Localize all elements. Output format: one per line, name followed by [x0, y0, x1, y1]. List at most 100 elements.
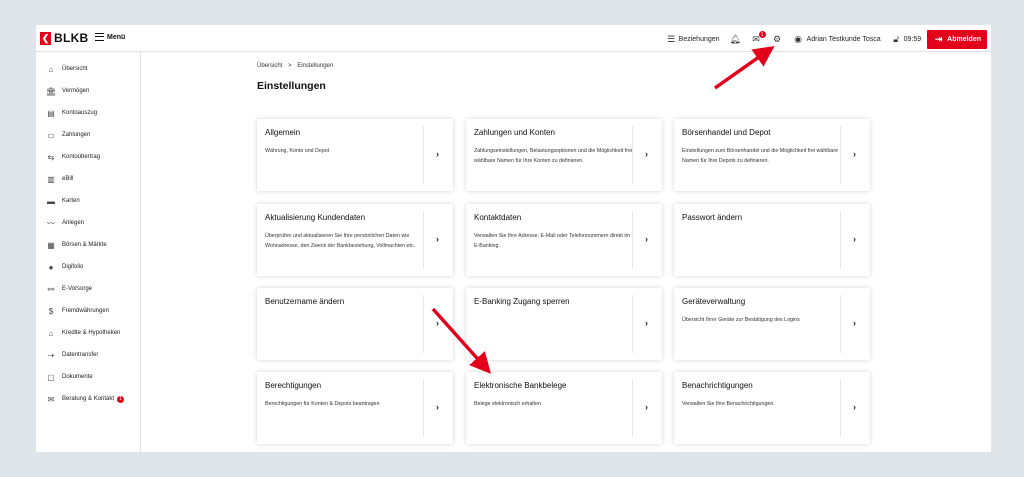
breadcrumb-separator: >	[288, 63, 292, 69]
card-title: Allgemein	[265, 128, 301, 137]
data-transfer-icon: ⇢	[47, 350, 55, 360]
sidebar-item-piggy[interactable]: ● Digifolio	[36, 256, 140, 278]
sidebar-item-label: Kontoübertrag	[62, 154, 101, 160]
card-description: Berechtigungen für Konten & Depots beant…	[265, 401, 380, 407]
card-description: Belege elektronisch erhalten	[474, 401, 541, 407]
sidebar-item-dollar[interactable]: $ Fremdwährungen	[36, 300, 140, 322]
chevron-right-icon: ›	[645, 402, 648, 412]
user-circle-icon: ◉	[794, 34, 802, 44]
hamburger-icon	[95, 33, 104, 41]
messages-button[interactable]: ✉ 1	[751, 31, 766, 45]
settings-card[interactable]: Berechtigungen Berechtigungen für Konten …	[257, 372, 453, 444]
card-title: Passwort ändern	[682, 213, 743, 222]
sidebar-item-pension[interactable]: ⚯ E-Vorsorge	[36, 278, 140, 300]
card-title: Benachrichtigungen	[682, 381, 753, 390]
sidebar-item-chart-bars[interactable]: ▦ Börsen & Märkte	[36, 234, 140, 256]
sidebar-item-ebill[interactable]: ▥ eBill	[36, 168, 140, 190]
session-timer: 🔓︎ 09:59	[891, 34, 921, 45]
breadcrumb-parent-link[interactable]: Übersicht	[257, 63, 282, 69]
chart-line-icon: 〰	[47, 218, 55, 228]
sidebar-item-bank[interactable]: 🏛︎ Vermögen	[36, 80, 140, 102]
card-divider	[840, 295, 841, 353]
gear-icon: ⚙	[773, 34, 782, 44]
messages-badge: 1	[758, 31, 766, 38]
settings-card[interactable]: Benutzername ändern ›	[257, 288, 453, 360]
sidebar-item-file[interactable]: ▢ Dokumente	[36, 366, 140, 388]
settings-button[interactable]: ⚙	[772, 34, 783, 45]
brand-name: BLKB	[54, 31, 89, 45]
sidebar: ⌂ Übersicht 🏛︎ Vermögen ▤ Kontoauszug ▭ Zahlung…	[36, 52, 141, 452]
transfer-icon: ⇆	[47, 152, 55, 162]
card-title: Börsenhandel und Depot	[682, 128, 771, 137]
chevron-right-icon: ›	[645, 149, 648, 159]
chevron-right-icon: ›	[645, 234, 648, 244]
sidebar-item-home[interactable]: ⌂ Übersicht	[36, 58, 140, 80]
sidebar-item-label: Übersicht	[62, 66, 88, 72]
chevron-right-icon: ›	[645, 318, 648, 328]
menu-button[interactable]: Menü	[95, 33, 125, 41]
page-title: Einstellungen	[257, 80, 326, 92]
breadcrumb-current: Einstellungen	[297, 63, 334, 69]
settings-card[interactable]: Aktualisierung Kundendaten Überprüfen und…	[257, 204, 453, 276]
sidebar-item-label: Beratung & Kontakt	[62, 396, 115, 402]
notifications-button[interactable]: 🔔︎	[729, 34, 740, 45]
settings-card[interactable]: Börsenhandel und Depot Einstellungen zum …	[674, 119, 870, 191]
top-bar: ❮ BLKB Menü ☰ Beziehungen 🔔︎ ✉ 1 ⚙ ◉ Adr…	[36, 25, 991, 52]
sidebar-item-transfer[interactable]: ⇆ Kontoübertrag	[36, 146, 140, 168]
sidebar-item-label: Datentransfer	[62, 352, 99, 358]
card-description: Überprüfen und aktualisieren Sie Ihre pe…	[265, 233, 416, 249]
chevron-right-icon: ›	[853, 234, 856, 244]
sidebar-item-label: Karten	[62, 198, 80, 204]
settings-card[interactable]: Elektronische Bankbelege Belege elektroni…	[466, 372, 662, 444]
chevron-right-icon: ›	[853, 149, 856, 159]
user-profile-button[interactable]: ◉ Adrian Testkunde Tosca	[793, 34, 881, 45]
sidebar-item-document[interactable]: ▤ Kontoauszug	[36, 102, 140, 124]
sidebar-item-mail[interactable]: ✉ Beratung & Kontakt 1	[36, 388, 140, 410]
sidebar-item-label: eBill	[62, 176, 74, 182]
piggy-icon: ●	[48, 262, 54, 272]
sidebar-item-label: Digifolio	[62, 264, 84, 270]
lock-icon: 🔓︎	[893, 34, 900, 44]
sidebar-item-label: Börsen & Märkte	[62, 242, 107, 248]
settings-card[interactable]: Passwort ändern ›	[674, 204, 870, 276]
mail-icon: ✉	[47, 394, 55, 404]
ebill-icon: ▥	[47, 174, 55, 184]
chevron-right-icon: ›	[853, 402, 856, 412]
user-name: Adrian Testkunde Tosca	[806, 36, 881, 43]
relations-button[interactable]: ☰ Beziehungen	[666, 34, 719, 45]
sidebar-item-label: Fremdwährungen	[62, 308, 110, 314]
sidebar-item-payment[interactable]: ▭ Zahlungen	[36, 124, 140, 146]
card-divider	[423, 379, 424, 437]
chart-bars-icon: ▦	[47, 240, 55, 250]
settings-card[interactable]: E-Banking Zugang sperren ›	[466, 288, 662, 360]
sidebar-item-card[interactable]: ▬ Karten	[36, 190, 140, 212]
settings-card[interactable]: Geräteverwaltung Übersicht Ihrer Geräte z…	[674, 288, 870, 360]
card-description: Zahlungseinstellungen, Belastungsoptione…	[474, 148, 633, 164]
dollar-icon: $	[48, 306, 54, 316]
payment-icon: ▭	[47, 130, 55, 140]
document-icon: ▤	[47, 108, 55, 118]
card-divider	[632, 295, 633, 353]
sidebar-badge: 1	[117, 395, 125, 403]
sidebar-item-data-transfer[interactable]: ⇢ Datentransfer	[36, 344, 140, 366]
sidebar-item-label: Dokumente	[62, 374, 93, 380]
envelope-icon: ✉ 1	[751, 31, 766, 45]
file-icon: ▢	[47, 372, 55, 382]
card-divider	[423, 211, 424, 269]
settings-card[interactable]: Allgemein Währung, Konto und Depot ›	[257, 119, 453, 191]
settings-card[interactable]: Zahlungen und Konten Zahlungseinstellunge…	[466, 119, 662, 191]
sidebar-item-chart-line[interactable]: 〰 Anlegen	[36, 212, 140, 234]
settings-card[interactable]: Benachrichtigungen Verwalten Sie Ihre Ben…	[674, 372, 870, 444]
sidebar-item-label: Kredite & Hypotheken	[62, 330, 121, 336]
logout-button[interactable]: ⇥ Abmelden	[927, 30, 987, 49]
brand-logo[interactable]: ❮ BLKB	[40, 31, 89, 45]
sidebar-item-house-loan[interactable]: ⌂ Kredite & Hypotheken	[36, 322, 140, 344]
card-title: E-Banking Zugang sperren	[474, 297, 570, 306]
settings-card[interactable]: Kontaktdaten Verwalten Sie Ihre Adresse, …	[466, 204, 662, 276]
pension-icon: ⚯	[47, 284, 55, 294]
filter-icon: ☰	[667, 34, 676, 44]
chevron-right-icon: ›	[853, 318, 856, 328]
card-divider	[840, 379, 841, 437]
card-title: Kontaktdaten	[474, 213, 522, 222]
card-title: Geräteverwaltung	[682, 297, 746, 306]
